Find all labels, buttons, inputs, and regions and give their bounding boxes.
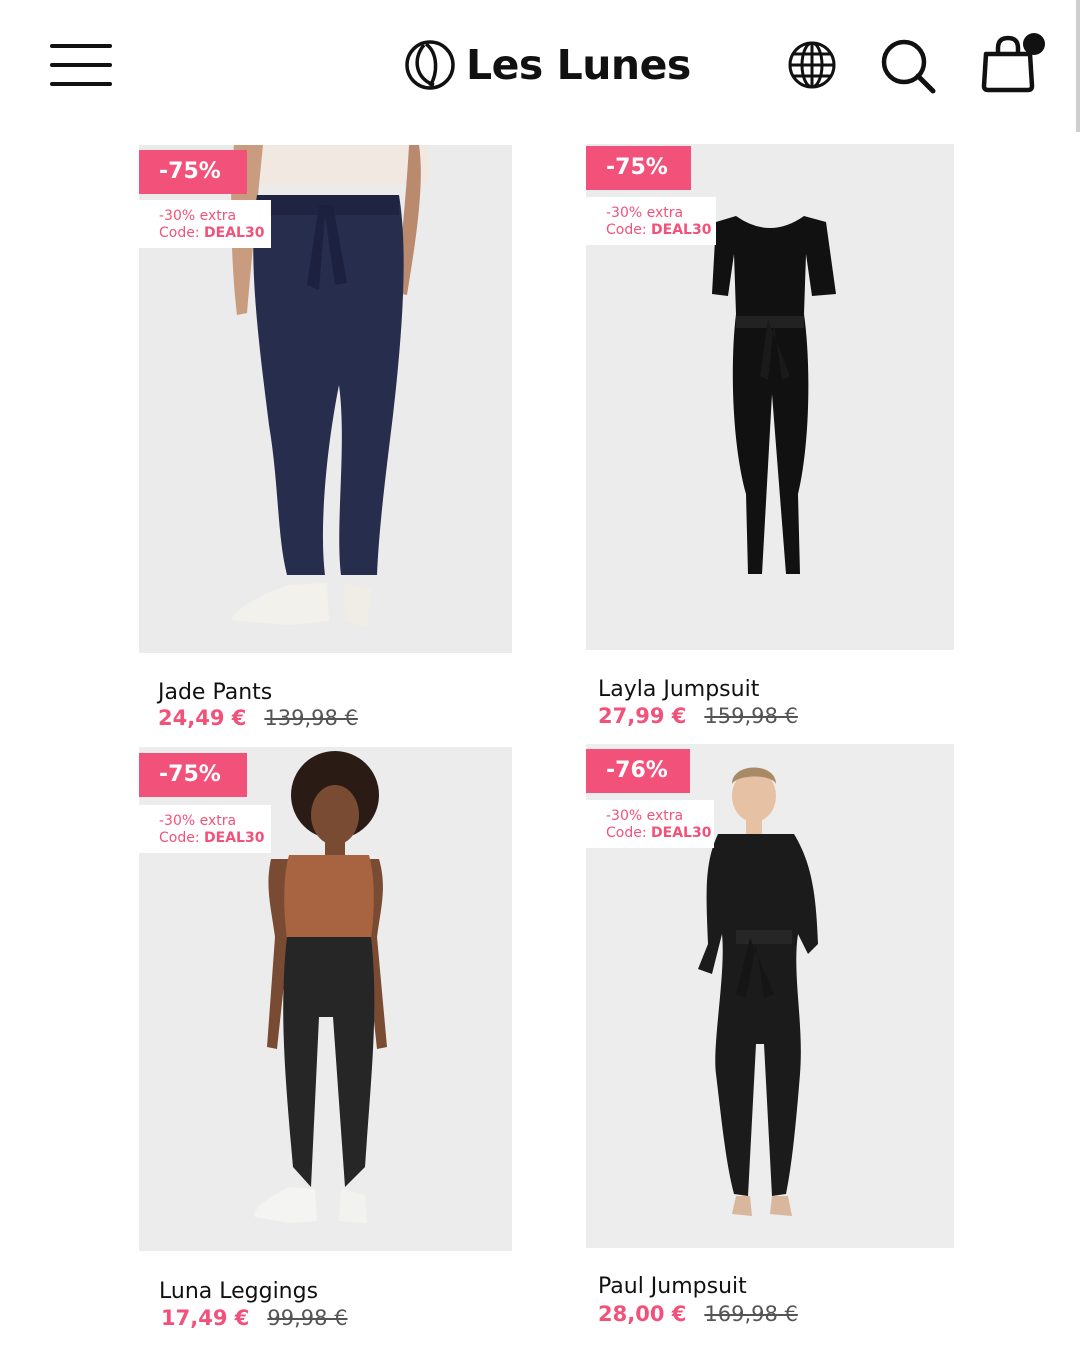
site-header: Les Lunes [0,0,1080,132]
original-price: 169,98 € [704,1302,798,1326]
discount-badge: -75% [586,146,691,190]
original-price: 99,98 € [267,1306,348,1330]
promo-code: DEAL30 [204,830,265,846]
product-name[interactable]: Layla Jumpsuit [598,677,759,702]
discount-badge: -75% [139,150,247,194]
price-row: 24,49 € 139,98 € [158,706,358,730]
shopping-bag-icon[interactable] [978,30,1048,96]
moon-logo-icon [405,40,455,90]
promo-code-line: Code: DEAL30 [606,825,714,842]
code-label: Code: [606,222,647,238]
extra-discount-tag: -30% extra Code: DEAL30 [139,200,271,248]
promo-code-line: Code: DEAL30 [159,225,271,242]
extra-discount-tag: -30% extra Code: DEAL30 [139,805,271,853]
product-name[interactable]: Luna Leggings [159,1279,318,1304]
product-card-luna-leggings[interactable]: -75% -30% extra Code: DEAL30 Luna Leggin… [139,747,513,1337]
price-row: 27,99 € 159,98 € [598,704,798,728]
code-label: Code: [159,225,200,241]
product-card-jade-pants[interactable]: -75% -30% extra Code: DEAL30 Jade Pants … [139,145,513,745]
promo-code: DEAL30 [204,225,265,241]
hamburger-menu-icon[interactable] [50,42,114,88]
code-label: Code: [159,830,200,846]
scrollbar-thumb[interactable] [1076,0,1080,132]
brand-name: Les Lunes [466,41,691,89]
original-price: 159,98 € [704,704,798,728]
extra-discount-tag: -30% extra Code: DEAL30 [586,197,716,245]
price-row: 17,49 € 99,98 € [161,1306,348,1330]
extra-label: -30% extra [606,205,684,221]
discount-badge: -75% [139,753,247,797]
extra-label: -30% extra [159,813,237,829]
extra-label: -30% extra [606,808,684,824]
sale-price: 17,49 € [161,1306,250,1330]
price-row: 28,00 € 169,98 € [598,1302,798,1326]
code-label: Code: [606,825,647,841]
globe-icon[interactable] [786,39,838,91]
promo-code: DEAL30 [651,222,712,238]
search-icon[interactable] [878,36,938,96]
promo-code-line: Code: DEAL30 [606,222,716,239]
cart-badge-dot [1023,33,1045,55]
product-name[interactable]: Paul Jumpsuit [598,1274,747,1299]
product-name[interactable]: Jade Pants [158,680,272,705]
product-card-paul-jumpsuit[interactable]: -76% -30% extra Code: DEAL30 Paul Jumpsu… [586,744,954,1334]
product-card-layla-jumpsuit[interactable]: -75% -30% extra Code: DEAL30 Layla Jumps… [586,144,954,744]
promo-code: DEAL30 [651,825,712,841]
sale-price: 24,49 € [158,706,247,730]
brand-logo[interactable]: Les Lunes [404,38,691,92]
original-price: 139,98 € [264,706,358,730]
extra-discount-tag: -30% extra Code: DEAL30 [586,800,714,848]
sale-price: 28,00 € [598,1302,687,1326]
discount-badge: -76% [586,749,690,793]
promo-code-line: Code: DEAL30 [159,830,271,847]
extra-label: -30% extra [159,208,237,224]
sale-price: 27,99 € [598,704,687,728]
